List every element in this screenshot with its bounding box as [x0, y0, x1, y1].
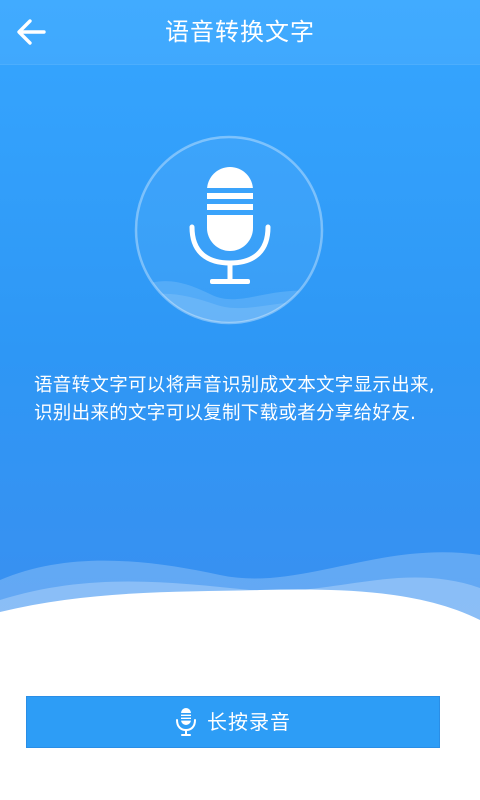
arrow-left-icon: [10, 12, 54, 52]
wave-decoration: [0, 520, 480, 670]
record-button[interactable]: 长按录音: [26, 696, 440, 748]
page-title: 语音转换文字: [165, 18, 315, 46]
back-button[interactable]: [10, 12, 54, 52]
record-button-content: 长按录音: [27, 697, 439, 747]
description-text: 语音转文字可以将声音识别成文本文字显示出来,识别出来的文字可以复制下载或者分享给…: [34, 375, 435, 424]
record-button-label: 长按录音: [207, 710, 291, 734]
app-header: 语音转换文字: [0, 0, 480, 64]
microphone-icon: [175, 707, 197, 737]
app-screen: 语音转换文字 语音转文字可以将声音识别成文本文字显示出来,识别出来的文字可以复制…: [0, 0, 480, 800]
microphone-illustration: [132, 133, 326, 327]
